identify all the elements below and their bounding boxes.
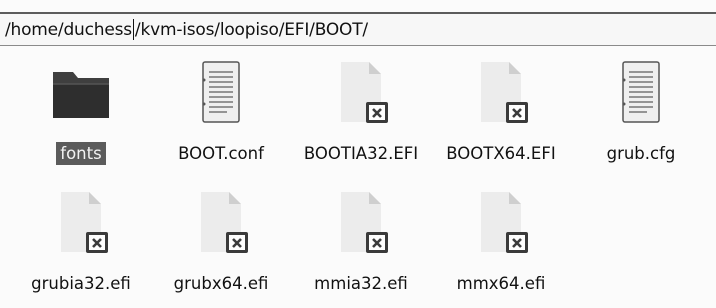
file-item-label: mmx64.efi <box>456 274 546 293</box>
file-item-bootia32-efi[interactable]: BOOTIA32.EFI <box>291 46 431 166</box>
file-item-bootx64-efi[interactable]: BOOTX64.EFI <box>431 46 571 166</box>
file-icon-grid: fonts BOOT.conf BOOTIA32.EFI BOOTX64.EFI… <box>0 46 716 308</box>
file-item-label: fonts <box>11 142 151 166</box>
text-file-icon <box>609 60 673 124</box>
file-item-grubia32-efi[interactable]: grubia32.efi <box>11 176 151 296</box>
file-item-mmx64-efi[interactable]: mmx64.efi <box>431 176 571 296</box>
text-file-icon <box>189 60 253 124</box>
binary-file-icon <box>329 190 393 254</box>
file-manager-window: /home/duchess/kvm-isos/loopiso/EFI/BOOT/… <box>0 0 716 308</box>
binary-file-icon <box>469 60 533 124</box>
file-item-fonts[interactable]: fonts <box>11 46 151 166</box>
binary-file-icon <box>189 190 253 254</box>
location-bar[interactable]: /home/duchess/kvm-isos/loopiso/EFI/BOOT/ <box>0 12 716 46</box>
text-caret <box>132 19 134 40</box>
file-item-label: mmia32.efi <box>314 274 408 293</box>
folder-icon <box>49 60 113 124</box>
file-item-label: BOOTX64.EFI <box>446 144 556 163</box>
file-item-mmia32-efi[interactable]: mmia32.efi <box>291 176 431 296</box>
binary-file-icon <box>329 60 393 124</box>
file-item-boot-conf[interactable]: BOOT.conf <box>151 46 291 166</box>
location-path-after-caret: /kvm-isos/loopiso/EFI/BOOT/ <box>134 19 368 40</box>
location-path-before-caret: /home/duchess <box>5 19 132 40</box>
file-item-label: grub.cfg <box>606 144 676 163</box>
binary-file-icon <box>469 190 533 254</box>
location-input[interactable]: /home/duchess/kvm-isos/loopiso/EFI/BOOT/ <box>5 19 368 40</box>
file-item-label: BOOTIA32.EFI <box>303 144 419 163</box>
file-item-grub-cfg[interactable]: grub.cfg <box>571 46 711 166</box>
file-item-label: grubia32.efi <box>31 274 131 293</box>
file-item-grubx64-efi[interactable]: grubx64.efi <box>151 176 291 296</box>
binary-file-icon <box>49 190 113 254</box>
file-item-label: grubx64.efi <box>173 274 269 293</box>
file-item-label: BOOT.conf <box>178 144 264 163</box>
